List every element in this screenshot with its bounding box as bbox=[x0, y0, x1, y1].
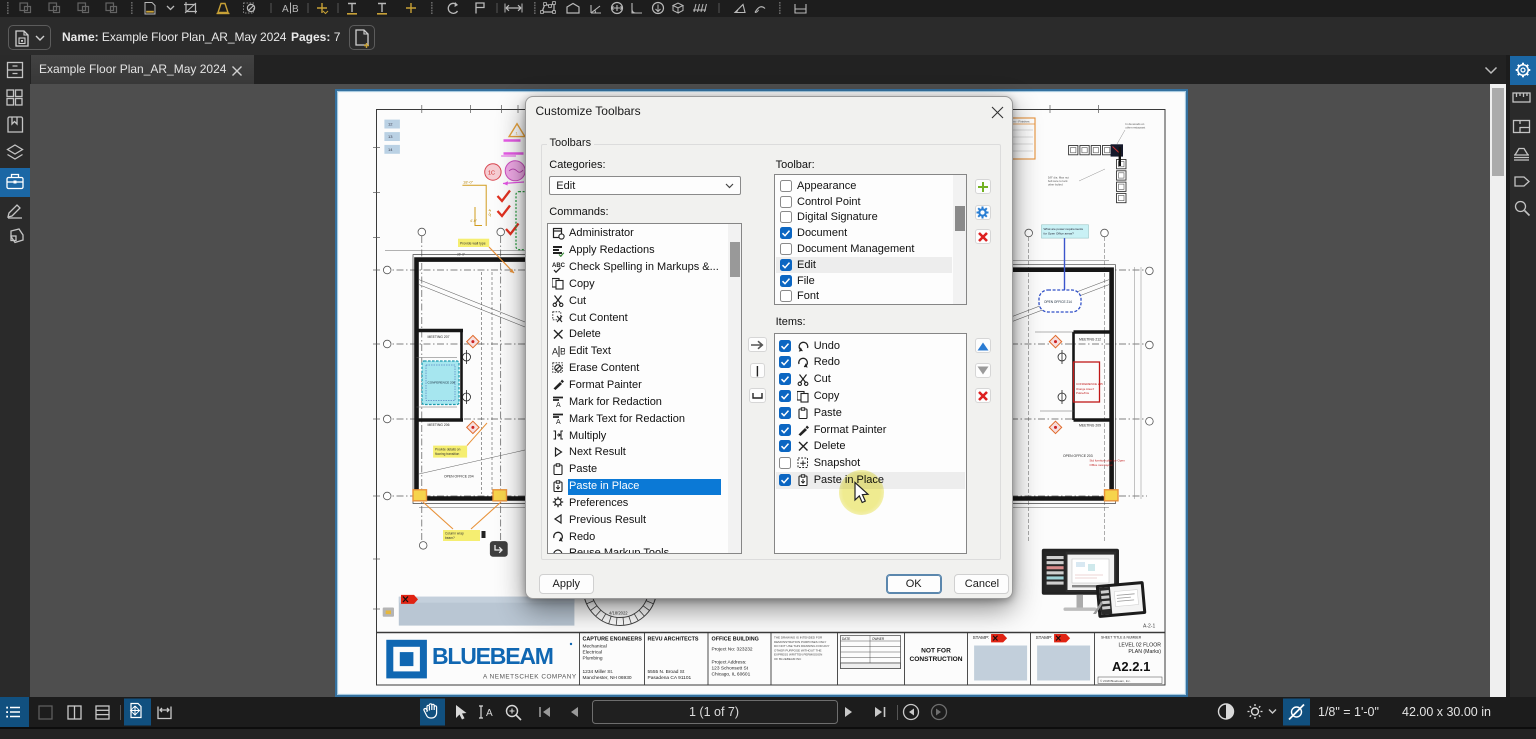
svg-text:42.00 x 30.00 in: 42.00 x 30.00 in bbox=[1402, 705, 1491, 719]
svg-text:CONFERENCE 205: CONFERENCE 205 bbox=[1076, 382, 1103, 386]
svg-text:B: B bbox=[560, 346, 565, 356]
svg-text:Electrical: Electrical bbox=[583, 650, 602, 656]
svg-text:A: A bbox=[486, 708, 493, 719]
svg-text:beam?: beam? bbox=[445, 536, 455, 540]
svg-text:OPEN OFFICE 203: OPEN OFFICE 203 bbox=[1063, 454, 1093, 458]
svg-text:BLUEBEAM: BLUEBEAM bbox=[432, 643, 553, 669]
svg-text:36'-8": 36'-8" bbox=[457, 253, 465, 257]
svg-text:A NEMETSCHEK COMPANY: A NEMETSCHEK COMPANY bbox=[483, 674, 577, 681]
svg-text:ABC: ABC bbox=[552, 263, 565, 269]
svg-text:Chicago, IL 60601: Chicago, IL 60601 bbox=[712, 672, 751, 678]
svg-text:MEETING 207: MEETING 207 bbox=[428, 335, 450, 339]
svg-text:Project Address:: Project Address: bbox=[712, 660, 747, 666]
svg-text:4/18/2022: 4/18/2022 bbox=[609, 611, 628, 616]
svg-text:Std furniture plan for Open: Std furniture plan for Open bbox=[1090, 459, 1126, 463]
svg-text:13: 13 bbox=[388, 134, 393, 139]
svg-text:123 Schonsett St: 123 Schonsett St bbox=[712, 666, 749, 672]
svg-text:NOT FOR: NOT FOR bbox=[921, 648, 951, 655]
svg-text:OPEN OFFICE 214: OPEN OFFICE 214 bbox=[1044, 300, 1072, 304]
svg-text:4'-6": 4'-6" bbox=[488, 209, 493, 218]
svg-text:MEETING 212: MEETING 212 bbox=[1079, 338, 1101, 342]
svg-text:for Open Office areas?: for Open Office areas? bbox=[1044, 232, 1075, 236]
svg-text:18'-0": 18'-0" bbox=[463, 180, 474, 185]
svg-text:flooring transition: flooring transition bbox=[435, 452, 460, 456]
svg-text:4'-0": 4'-0" bbox=[470, 219, 478, 223]
svg-text:MEETING 206: MEETING 206 bbox=[428, 423, 450, 427]
svg-text:1C: 1C bbox=[488, 171, 495, 177]
svg-text:A: A bbox=[552, 346, 558, 356]
svg-text:CAPTURE ENGINEERS: CAPTURE ENGINEERS bbox=[583, 637, 643, 643]
svg-text:Provide wall type: Provide wall type bbox=[460, 242, 486, 246]
svg-text:Plumbing: Plumbing bbox=[583, 656, 603, 662]
svg-text:14: 14 bbox=[388, 147, 393, 152]
svg-text:STAMP:: STAMP: bbox=[973, 635, 990, 640]
svg-text:other restaurant: other restaurant bbox=[1125, 126, 1145, 130]
svg-text:12: 12 bbox=[388, 122, 393, 127]
svg-text:OF BLUEBEAM INC: OF BLUEBEAM INC bbox=[774, 657, 802, 661]
svg-text:Column wrap: Column wrap bbox=[445, 532, 464, 536]
svg-text:1 (1 of 7): 1 (1 of 7) bbox=[689, 705, 739, 719]
svg-text:A: A bbox=[556, 402, 561, 408]
svg-text:What are power requirements: What are power requirements bbox=[1044, 227, 1084, 231]
svg-text:B: B bbox=[292, 4, 299, 15]
svg-text:Police/Fire: Police/Fire bbox=[1076, 391, 1090, 395]
svg-text:STAMP:: STAMP: bbox=[1036, 635, 1053, 640]
svg-text:Mechanical: Mechanical bbox=[583, 644, 607, 650]
svg-text:Provide details on: Provide details on bbox=[435, 448, 461, 452]
svg-text:REVU ARCHITECTS: REVU ARCHITECTS bbox=[648, 637, 699, 643]
svg-text:A: A bbox=[282, 4, 289, 15]
svg-text:A: A bbox=[556, 419, 561, 425]
svg-text:Rm - Finishes: Rm - Finishes bbox=[1011, 120, 1030, 124]
svg-text:Manchester, NH 06930: Manchester, NH 06930 bbox=[583, 675, 632, 681]
svg-text:Pasadena CA 91101: Pasadena CA 91101 bbox=[648, 675, 692, 681]
svg-text:other bolted: other bolted bbox=[1048, 183, 1063, 187]
svg-text:OWNER: OWNER bbox=[872, 637, 885, 641]
svg-text:Project No: 323232: Project No: 323232 bbox=[712, 647, 753, 653]
svg-text:Office new layout: Office new layout bbox=[1090, 463, 1113, 467]
svg-text:A2.2.1: A2.2.1 bbox=[1112, 659, 1150, 674]
svg-text:MEETING 209: MEETING 209 bbox=[1079, 424, 1101, 428]
svg-text:1234 Miller St.: 1234 Miller St. bbox=[583, 669, 614, 675]
svg-text:CONFERENCE 208: CONFERENCE 208 bbox=[428, 381, 456, 385]
svg-text:© 2018 Bluebeam, Inc.: © 2018 Bluebeam, Inc. bbox=[1100, 679, 1131, 683]
svg-text:A-2-1: A-2-1 bbox=[1143, 624, 1155, 630]
svg-text:LEVEL 02 FLOOR: LEVEL 02 FLOOR bbox=[1119, 643, 1162, 649]
svg-text:1/8" = 1'-0": 1/8" = 1'-0" bbox=[1318, 705, 1379, 719]
svg-text:OFFICE BUILDING: OFFICE BUILDING bbox=[712, 637, 759, 643]
svg-text:SHEET TITLE & NUMBER: SHEET TITLE & NUMBER bbox=[1101, 636, 1142, 640]
svg-text:OPEN OFFICE 204: OPEN OFFICE 204 bbox=[444, 475, 474, 479]
svg-text:PLAN (Marks): PLAN (Marks) bbox=[1128, 649, 1161, 655]
svg-text:DATE: DATE bbox=[842, 637, 850, 641]
svg-text:CONSTRUCTION: CONSTRUCTION bbox=[909, 656, 962, 663]
svg-text:5555 N. Broad St: 5555 N. Broad St bbox=[648, 669, 685, 675]
